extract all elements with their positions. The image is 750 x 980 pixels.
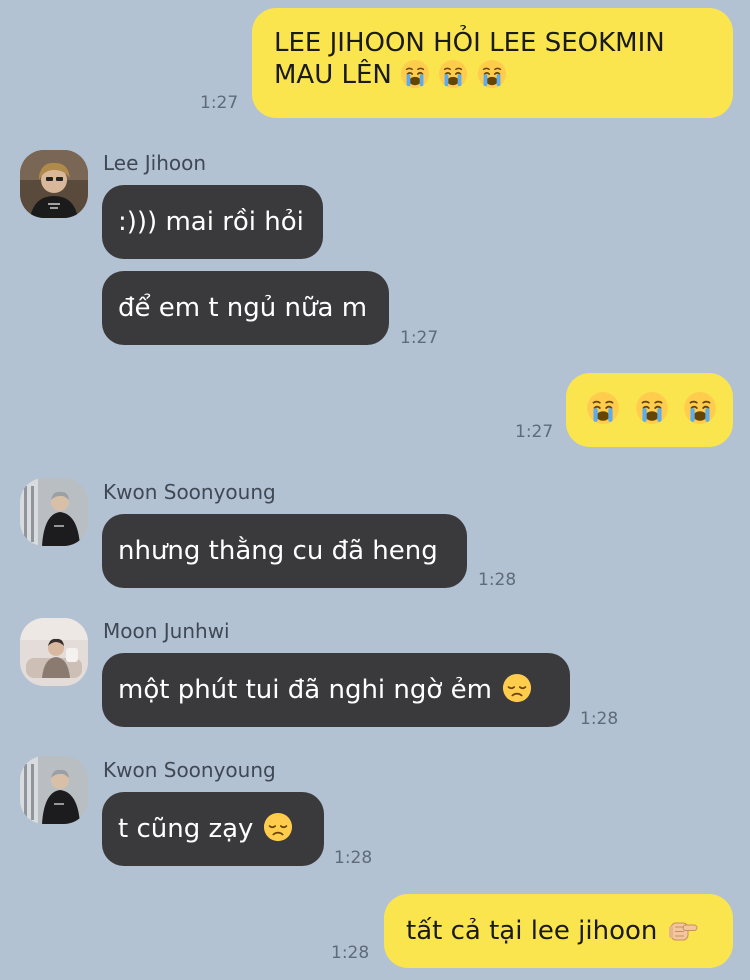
crying-face-emoji [477,59,507,89]
avatar[interactable] [20,478,88,546]
message-text: nhưng thằng cu đã heng [118,536,438,566]
crying-face-emoji [635,393,665,423]
message-text: t cũng zạy [118,814,254,844]
crying-face-emoji [586,393,616,423]
message-text: LEE JIHOON HỎI LEE SEOKMIN [274,28,665,58]
sender-name: Kwon Soonyoung [103,480,276,504]
outgoing-message-bubble[interactable] [566,373,733,447]
avatar[interactable] [20,618,88,686]
sender-name: Kwon Soonyoung [103,758,276,782]
message-timestamp: 1:27 [400,328,439,348]
disappointed-face-emoji [263,812,293,842]
crying-face-emoji [400,59,430,89]
message-text: một phút tui đã nghi ngờ ẻm [118,675,492,705]
sender-name: Lee Jihoon [103,151,207,175]
avatar[interactable] [20,756,88,824]
outgoing-message-bubble[interactable]: LEE JIHOON HỎI LEE SEOKMIN MAU LÊN [252,8,733,118]
incoming-message-bubble[interactable]: nhưng thằng cu đã heng [102,514,467,588]
backhand-index-pointing-right-emoji [667,914,697,944]
disappointed-face-emoji [502,673,532,703]
message-text: tất cả tại lee jihoon [406,916,658,946]
message-text: :))) mai rồi hỏi [118,207,304,237]
avatar[interactable] [20,150,88,218]
incoming-message-bubble[interactable]: một phút tui đã nghi ngờ ẻm [102,653,570,727]
incoming-message-bubble[interactable]: để em t ngủ nữa m [102,271,389,345]
message-timestamp: 1:27 [515,422,554,442]
message-timestamp: 1:27 [200,93,239,113]
message-text: để em t ngủ nữa m [118,293,368,323]
crying-face-emoji [438,59,468,89]
crying-face-emoji [683,393,713,423]
message-timestamp: 1:28 [334,848,373,868]
message-timestamp: 1:28 [580,709,619,729]
incoming-message-bubble[interactable]: t cũng zạy [102,792,324,866]
message-timestamp: 1:28 [478,570,517,590]
sender-name: Moon Junhwi [103,619,230,643]
outgoing-message-bubble[interactable]: tất cả tại lee jihoon [384,894,733,968]
message-timestamp: 1:28 [331,943,370,963]
message-text: MAU LÊN [274,59,711,91]
incoming-message-bubble[interactable]: :))) mai rồi hỏi [102,185,323,259]
